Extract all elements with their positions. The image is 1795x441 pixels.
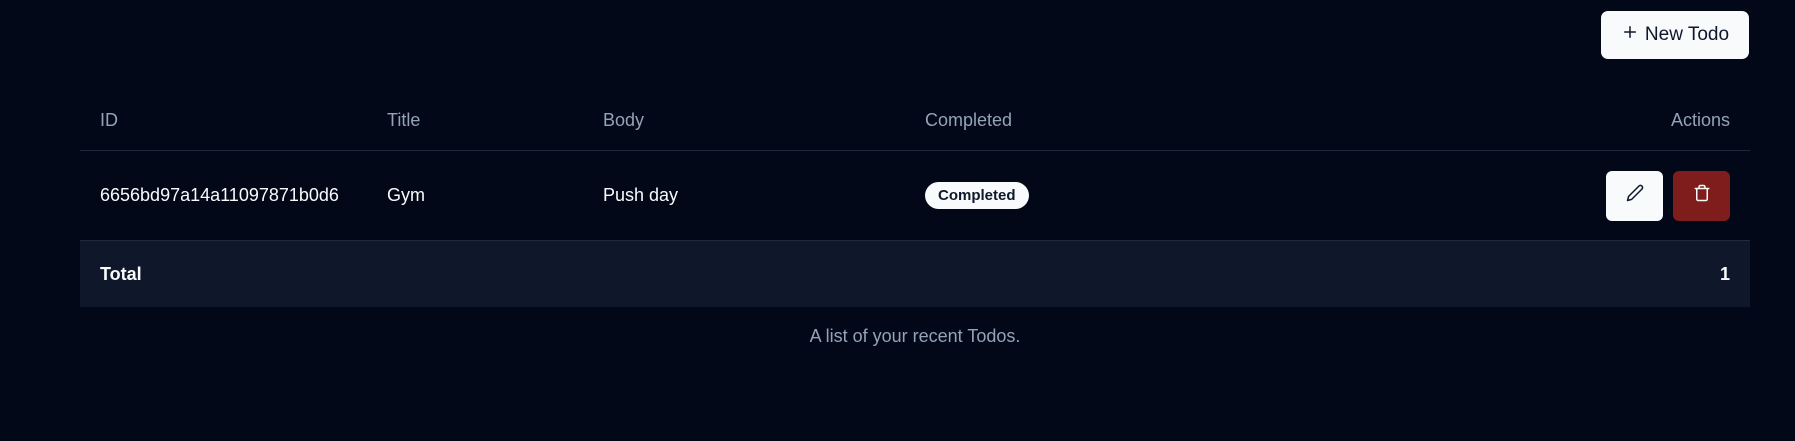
todo-completed-cell: Completed: [925, 151, 1029, 240]
new-todo-button[interactable]: New Todo: [1601, 11, 1749, 59]
table-row: 6656bd97a14a11097871b0d6 Gym Push day Co…: [80, 151, 1750, 241]
pencil-icon: [1626, 184, 1644, 207]
total-label: Total: [100, 263, 142, 284]
header-completed: Completed: [925, 109, 1013, 130]
header-body: Body: [603, 109, 645, 130]
todos-table: ID Title Body Completed Actions 6656bd97…: [80, 90, 1750, 307]
todo-actions: [1606, 151, 1730, 240]
header-id: ID: [100, 109, 118, 130]
new-todo-label: New Todo: [1644, 24, 1730, 45]
header-title: Title: [387, 109, 421, 130]
status-badge: Completed: [925, 182, 1029, 209]
todo-title: Gym: [387, 185, 425, 205]
table-header: ID Title Body Completed Actions: [80, 90, 1750, 151]
todo-id: 6656bd97a14a11097871b0d6: [100, 185, 339, 205]
total-value: 1: [1719, 263, 1730, 284]
table-caption: A list of your recent Todos.: [809, 326, 1021, 346]
todo-body: Push day: [603, 185, 679, 205]
table-footer: Total 1: [80, 241, 1750, 307]
trash-icon: [1693, 184, 1711, 207]
edit-button[interactable]: [1606, 170, 1663, 221]
plus-icon: [1621, 23, 1639, 47]
delete-button[interactable]: [1673, 170, 1730, 221]
header-actions: Actions: [1670, 109, 1730, 130]
